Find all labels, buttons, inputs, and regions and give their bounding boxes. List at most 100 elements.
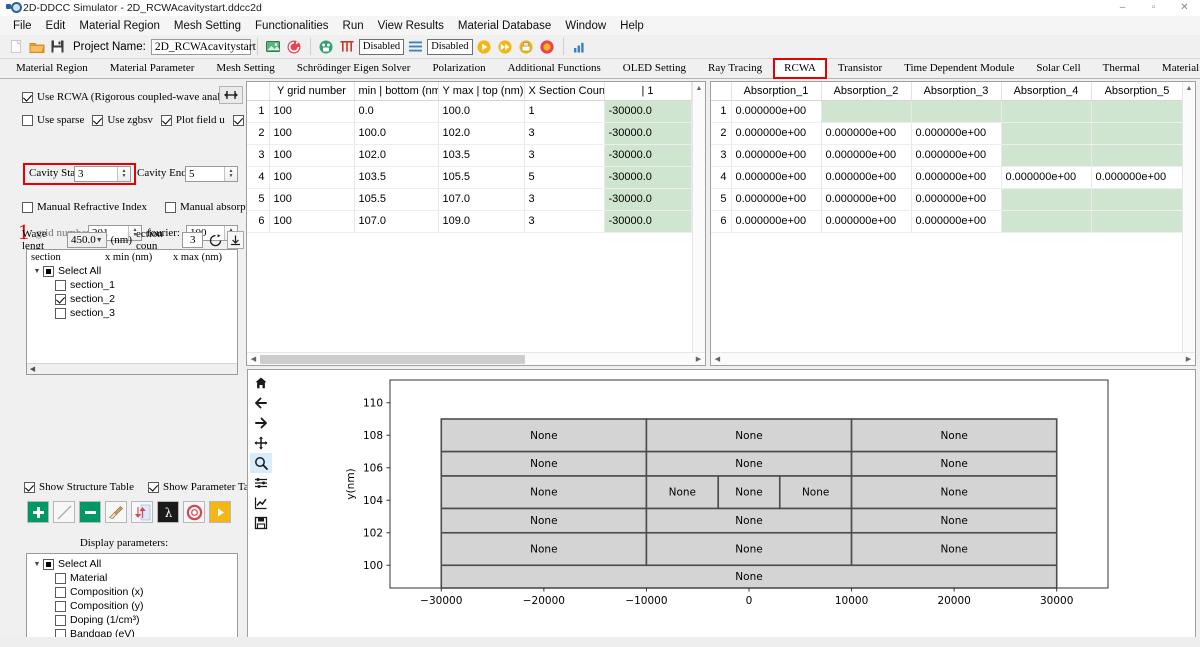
table-cell[interactable]: 109.0 bbox=[438, 210, 525, 233]
table-cell[interactable]: 3 bbox=[524, 144, 605, 167]
column-header[interactable]: Absorption_5 bbox=[1091, 82, 1184, 101]
table-row[interactable]: 4 0.000000e+00 0.000000e+00 0.000000e+00 0.0… bbox=[711, 166, 1184, 189]
back-arrow-icon[interactable] bbox=[250, 393, 272, 413]
show-parameter-table-checkbox[interactable]: Show Parameter Table bbox=[147, 481, 262, 493]
table-cell[interactable]: 0.000000e+00 bbox=[911, 166, 1002, 189]
table-cell[interactable]: 100.0 bbox=[438, 100, 525, 123]
menu-item-material-database[interactable]: Material Database bbox=[451, 18, 558, 34]
table-row[interactable]: 3100102.0103.53-30000.0-10000.0 bbox=[247, 144, 705, 167]
table-cell[interactable] bbox=[911, 100, 1002, 123]
refresh-icon[interactable] bbox=[285, 37, 304, 56]
play-icon[interactable] bbox=[209, 501, 231, 523]
list-icon[interactable] bbox=[406, 37, 425, 56]
maximize-button[interactable]: ▫ bbox=[1138, 0, 1169, 16]
cavity-start-input[interactable]: 3 ▲ ▼ bbox=[74, 166, 131, 182]
menu-item-file[interactable]: File bbox=[6, 18, 39, 34]
column-header[interactable]: | 1 bbox=[604, 82, 692, 101]
table-cell[interactable]: 5 bbox=[524, 166, 605, 189]
table-cell[interactable]: 0.000000e+00 bbox=[821, 144, 912, 167]
table-cell[interactable]: -30000.0 bbox=[604, 188, 692, 211]
edit-curves-icon[interactable] bbox=[250, 493, 272, 513]
status-box-1[interactable]: Disabled bbox=[358, 38, 405, 55]
section-item[interactable]: section_1 bbox=[31, 278, 237, 292]
display-parameter-item[interactable]: Composition (y) bbox=[31, 599, 237, 613]
wavelength-select[interactable]: 450.0 ▼ bbox=[66, 232, 107, 248]
scroll-up-icon[interactable]: ▲ bbox=[693, 82, 705, 95]
table-cell[interactable]: 1 bbox=[524, 100, 605, 123]
table-cell[interactable]: 107.0 bbox=[354, 210, 439, 233]
table-row[interactable]: 5100105.5107.03-30000.0-10000.0 bbox=[247, 188, 705, 211]
download-icon[interactable] bbox=[227, 231, 244, 249]
table-cell[interactable]: 100 bbox=[269, 144, 355, 167]
section-list-hscroll[interactable]: ◀ bbox=[27, 363, 237, 374]
option-plot-field-u[interactable]: Plot field u bbox=[160, 114, 225, 126]
table-cell[interactable]: 0.000000e+00 bbox=[731, 166, 822, 189]
mesh-icon[interactable] bbox=[317, 37, 336, 56]
table-cell[interactable]: 0.000000e+00 bbox=[821, 210, 912, 233]
tab-transistor[interactable]: Transistor bbox=[828, 59, 892, 78]
home-icon[interactable] bbox=[250, 373, 272, 393]
pan-move-icon[interactable] bbox=[250, 433, 272, 453]
table-cell[interactable]: 100 bbox=[269, 100, 355, 123]
table-cell[interactable]: 107.0 bbox=[438, 188, 525, 211]
table-cell[interactable]: 0.000000e+00 bbox=[731, 100, 822, 123]
scroll-left-icon[interactable]: ◀ bbox=[247, 355, 260, 363]
table-row[interactable]: 5 0.000000e+00 0.000000e+00 0.000000e+00 bbox=[711, 188, 1184, 211]
table-cell[interactable]: 0.000000e+00 bbox=[911, 210, 1002, 233]
table-cell[interactable]: 3 bbox=[524, 210, 605, 233]
configure-subplots-icon[interactable] bbox=[250, 473, 272, 493]
scroll-right-icon[interactable]: ▶ bbox=[1182, 355, 1195, 363]
table-row[interactable]: 6 0.000000e+00 0.000000e+00 0.000000e+00 bbox=[711, 210, 1184, 233]
table-cell[interactable]: 0.000000e+00 bbox=[821, 188, 912, 211]
new-file-icon[interactable] bbox=[6, 37, 25, 56]
table-cell[interactable]: 100.0 bbox=[354, 122, 439, 145]
forward-arrow-icon[interactable] bbox=[250, 413, 272, 433]
structure-plot[interactable]: None None None None None None None None None None… bbox=[272, 370, 1197, 638]
save-icon[interactable] bbox=[48, 37, 67, 56]
table-cell[interactable] bbox=[821, 100, 912, 123]
diagonal-icon[interactable] bbox=[53, 501, 75, 523]
structure-table-vscroll[interactable]: ▲ bbox=[692, 82, 705, 352]
tab-material-region[interactable]: Material Region bbox=[6, 59, 98, 78]
chart-icon[interactable] bbox=[570, 37, 589, 56]
section-list-box[interactable]: section x min (nm) x max (nm) ▼ Select Al… bbox=[26, 249, 238, 375]
menu-item-mesh-setting[interactable]: Mesh Setting bbox=[167, 18, 248, 34]
table-cell[interactable]: 100 bbox=[269, 166, 355, 189]
table-cell[interactable]: 0.000000e+00 bbox=[911, 144, 1002, 167]
table-cell[interactable] bbox=[1001, 100, 1092, 123]
menu-item-window[interactable]: Window bbox=[558, 18, 613, 34]
table-cell[interactable]: 0.000000e+00 bbox=[821, 122, 912, 145]
chevron-down-icon[interactable]: ▼ bbox=[31, 268, 43, 275]
column-header[interactable]: Absorption_4 bbox=[1001, 82, 1092, 101]
tab-thermal[interactable]: Thermal bbox=[1093, 59, 1150, 78]
table-cell[interactable]: 3 bbox=[524, 188, 605, 211]
display-parameter-item[interactable]: Material bbox=[31, 571, 237, 585]
remove-icon[interactable] bbox=[79, 501, 101, 523]
manual-refractive-index-checkbox[interactable]: Manual Refractive Index bbox=[22, 201, 147, 213]
table-cell[interactable] bbox=[1001, 122, 1092, 145]
table-cell[interactable]: 0.000000e+00 bbox=[1091, 166, 1184, 189]
table-cell[interactable]: 0.0 bbox=[354, 100, 439, 123]
table-row[interactable]: 4100103.5105.55-30000.0-10000.0 bbox=[247, 166, 705, 189]
menu-item-functionalities[interactable]: Functionalities bbox=[248, 18, 336, 34]
section-item[interactable]: section_2 bbox=[31, 292, 237, 306]
export-icon[interactable] bbox=[517, 37, 536, 56]
add-icon[interactable] bbox=[27, 501, 49, 523]
absorption-table[interactable]: Absorption_1 Absorption_2 Absorption_3 Abso… bbox=[711, 82, 1184, 233]
section-select-all[interactable]: ▼ Select All bbox=[31, 264, 237, 278]
column-header[interactable]: Absorption_2 bbox=[821, 82, 912, 101]
section-item[interactable]: section_3 bbox=[31, 306, 237, 320]
table-cell[interactable]: -30000.0 bbox=[604, 144, 692, 167]
table-cell[interactable] bbox=[1001, 210, 1092, 233]
run-fast-icon[interactable] bbox=[496, 37, 515, 56]
structure-table[interactable]: Y grid number min | bottom (nm Y max | top… bbox=[247, 82, 705, 233]
image-icon[interactable] bbox=[264, 37, 283, 56]
scroll-right-icon[interactable]: ▶ bbox=[692, 355, 705, 363]
option-use-sparse[interactable]: Use sparse bbox=[22, 114, 84, 126]
column-header[interactable]: Y grid number bbox=[269, 82, 355, 101]
expand-collapse-icon[interactable] bbox=[219, 86, 243, 104]
table-cell[interactable]: 105.5 bbox=[438, 166, 525, 189]
table-cell[interactable]: 103.5 bbox=[438, 144, 525, 167]
tab-rcwa[interactable]: RCWA bbox=[773, 58, 827, 79]
status-box-2[interactable]: Disabled bbox=[427, 38, 473, 55]
